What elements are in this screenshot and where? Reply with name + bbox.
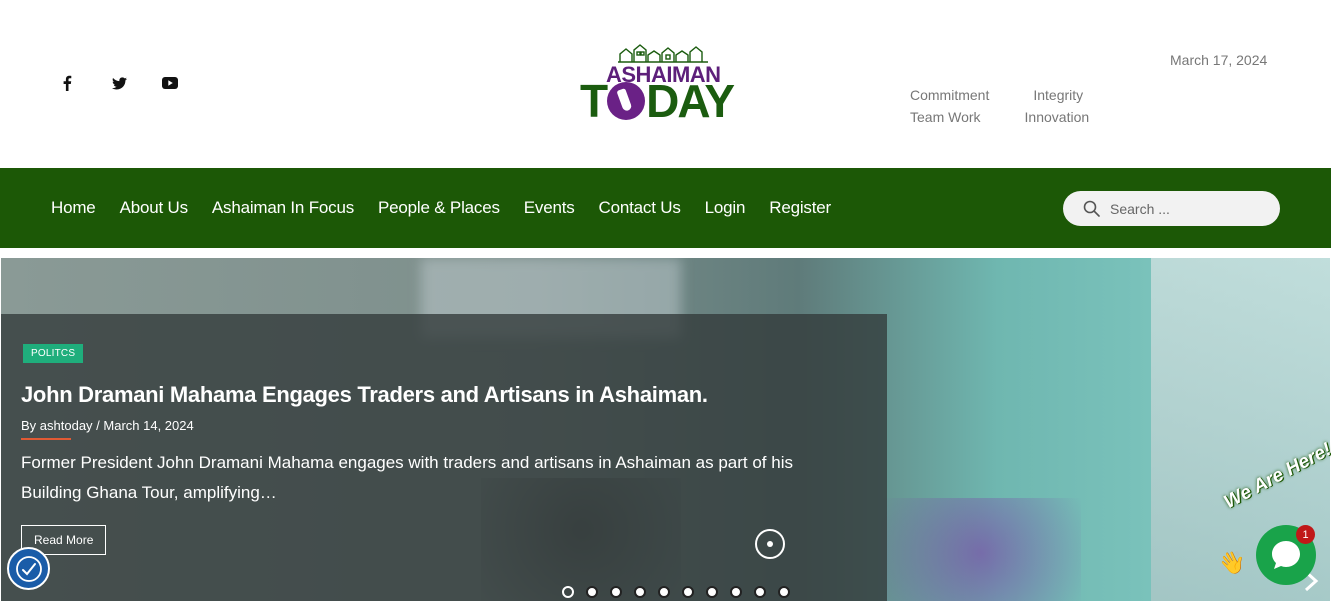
value-item: Team Work	[910, 109, 981, 125]
slider-dot[interactable]	[682, 586, 694, 598]
slider-dot[interactable]	[754, 586, 766, 598]
hero-photo-crowd	[881, 498, 1081, 601]
slider-dot[interactable]	[730, 586, 742, 598]
waving-hand-icon: 👋	[1218, 550, 1246, 575]
byline-underline	[21, 438, 71, 440]
logo-text-bottom-a: T	[580, 75, 608, 127]
nav-item-home[interactable]: Home	[51, 198, 96, 218]
core-values: Commitment Integrity Team Work Innovation	[910, 84, 1230, 128]
current-date: March 17, 2024	[1170, 52, 1268, 68]
value-item: Integrity	[1033, 87, 1084, 103]
slide-title[interactable]: John Dramani Mahama Engages Traders and …	[21, 382, 708, 408]
site-header: ASHAIMAN T DAY March 17, 2024 Commitment I…	[0, 0, 1331, 168]
slider-dot[interactable]	[562, 586, 574, 598]
ghana-map-icon	[607, 82, 646, 120]
slider-dot[interactable]	[634, 586, 646, 598]
youtube-icon	[162, 77, 178, 89]
pause-icon	[767, 541, 773, 547]
slider-pause-button[interactable]	[755, 529, 785, 559]
nav-item-ashaiman-in-focus[interactable]: Ashaiman In Focus	[212, 198, 354, 218]
logo-text-bottom: T DAY	[580, 75, 735, 127]
nav-item-people-places[interactable]: People & Places	[378, 198, 500, 218]
chat-notification-badge: 1	[1296, 525, 1315, 544]
accessibility-icon	[15, 555, 42, 582]
twitter-link[interactable]	[112, 73, 162, 93]
main-nav: Home About Us Ashaiman In Focus People &…	[0, 168, 1331, 248]
nav-item-register[interactable]: Register	[769, 198, 831, 218]
slider-dots	[562, 586, 802, 598]
slide-caption: POLITCS John Dramani Mahama Engages Trad…	[1, 314, 887, 601]
slider-dot[interactable]	[658, 586, 670, 598]
site-logo[interactable]: ASHAIMAN T DAY	[578, 44, 752, 128]
search-icon	[1083, 200, 1100, 217]
slider-dot[interactable]	[586, 586, 598, 598]
nav-item-contact-us[interactable]: Contact Us	[599, 198, 681, 218]
slider-dot[interactable]	[778, 586, 790, 598]
accessibility-button[interactable]	[7, 547, 50, 590]
value-item: Commitment	[910, 87, 990, 103]
nav-item-events[interactable]: Events	[524, 198, 575, 218]
category-badge[interactable]: POLITCS	[23, 344, 84, 363]
chat-widget[interactable]: We Are Here! 👋 1	[1215, 439, 1331, 601]
slide-excerpt: Former President John Dramani Mahama eng…	[21, 453, 793, 502]
slider-dot[interactable]	[610, 586, 622, 598]
facebook-icon	[63, 75, 72, 91]
value-item: Innovation	[1024, 109, 1090, 125]
social-links	[62, 73, 212, 93]
slide-byline: By ashtoday / March 14, 2024	[21, 418, 194, 433]
slider-dot[interactable]	[706, 586, 718, 598]
twitter-icon	[112, 76, 127, 89]
youtube-link[interactable]	[162, 73, 212, 93]
nav-menu: Home About Us Ashaiman In Focus People &…	[51, 168, 855, 248]
logo-text-bottom-b: DAY	[646, 75, 735, 127]
nav-item-about-us[interactable]: About Us	[120, 198, 189, 218]
facebook-link[interactable]	[62, 73, 112, 93]
houses-icon	[618, 44, 708, 63]
hero-slider: POLITCS John Dramani Mahama Engages Trad…	[1, 258, 1330, 601]
chat-icon	[1272, 541, 1300, 569]
search-box[interactable]	[1063, 191, 1280, 226]
search-input[interactable]	[1110, 200, 1270, 217]
nav-item-login[interactable]: Login	[705, 198, 746, 218]
